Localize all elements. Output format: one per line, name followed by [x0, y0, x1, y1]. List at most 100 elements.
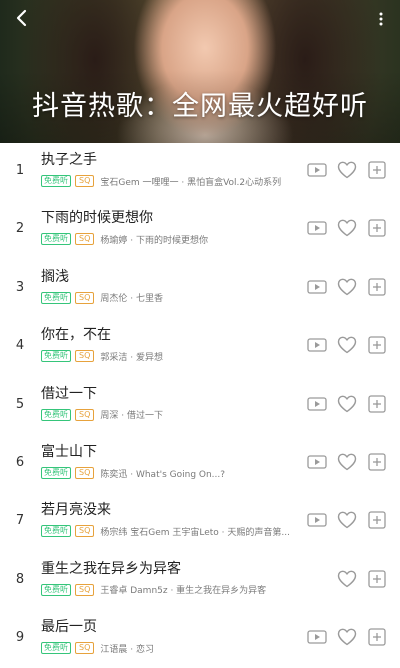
sq-quality-badge: SQ: [75, 642, 95, 655]
free-listen-badge: 免费听: [41, 408, 71, 421]
song-artist-album: 周杰伦 · 七里香: [100, 294, 163, 305]
song-meta: 免费听 SQ 江语晨 · 恋习: [41, 640, 303, 656]
like-button[interactable]: [336, 393, 358, 415]
free-listen-badge: 免费听: [41, 291, 71, 304]
more-options-button[interactable]: [370, 6, 392, 32]
song-index: 3: [15, 279, 25, 295]
plus-box-icon: [368, 511, 386, 530]
song-row[interactable]: 5 借过一下 免费听 SQ 周深 · 借过一下: [0, 377, 400, 435]
mv-play-button[interactable]: [306, 217, 328, 239]
like-button[interactable]: [336, 334, 358, 356]
plus-box-icon: [368, 336, 386, 354]
heart-icon: [337, 219, 357, 237]
song-title: 搁浅: [41, 268, 69, 285]
like-button[interactable]: [336, 568, 358, 590]
song-title: 富士山下: [41, 444, 97, 460]
like-button[interactable]: [336, 626, 358, 648]
plus-box-icon: [368, 394, 386, 413]
free-listen-badge: 免费听: [41, 583, 71, 596]
add-to-playlist-button[interactable]: [366, 276, 388, 298]
song-title: 若月亮没来: [41, 502, 111, 519]
song-row[interactable]: 2 下雨的时候更想你 免费听 SQ 杨瑜婷 · 下雨的时候更想你: [0, 201, 400, 259]
song-row[interactable]: 1 执子之手 免费听 SQ 宝石Gem 一哩哩一 · 黑怕盲盒Vol.2心动系列: [0, 143, 400, 201]
song-row[interactable]: 3 搁浅 免费听 SQ 周杰伦 · 七里香: [0, 260, 400, 318]
plus-box-icon: [368, 453, 386, 471]
song-artist-album: 王睿卓 Damn5z · 重生之我在异乡为异客: [100, 586, 267, 597]
playlist-cover-header: 抖音热歌：全网最火超好听: [0, 0, 400, 143]
song-artist-album: 江语晨 · 恋习: [100, 644, 154, 655]
plus-box-icon: [368, 219, 386, 238]
add-to-playlist-button[interactable]: [366, 451, 388, 473]
add-to-playlist-button[interactable]: [366, 509, 388, 531]
song-row[interactable]: 4 你在，不在 免费听 SQ 郭采洁 · 爱异想: [0, 318, 400, 376]
sq-quality-badge: SQ: [75, 467, 95, 479]
add-to-playlist-button[interactable]: [366, 568, 388, 590]
song-artist-album: 宝石Gem 一哩哩一 · 黑怕盲盒Vol.2心动系列: [100, 177, 282, 188]
heart-icon: [337, 161, 357, 179]
free-listen-badge: 免费听: [41, 525, 71, 538]
song-index: 6: [15, 455, 25, 470]
song-meta: 免费听 SQ 周深 · 借过一下: [41, 407, 303, 423]
add-to-playlist-button[interactable]: [366, 159, 388, 181]
song-meta: 免费听 SQ 杨瑜婷 · 下雨的时候更想你: [41, 231, 303, 247]
like-button[interactable]: [336, 509, 358, 531]
mv-play-button[interactable]: [306, 393, 328, 415]
song-row[interactable]: 9 最后一页 免费听 SQ 江语晨 · 恋习: [0, 610, 400, 668]
like-button[interactable]: [336, 159, 358, 181]
sq-quality-badge: SQ: [75, 525, 95, 538]
plus-box-icon: [368, 161, 386, 179]
song-artist-album: 杨瑜婷 · 下雨的时候更想你: [100, 235, 208, 246]
free-listen-badge: 免费听: [41, 233, 71, 246]
song-artist-album: 郭采洁 · 爱异想: [100, 352, 163, 363]
free-listen-badge: 免费听: [41, 642, 71, 655]
song-title: 你在，不在: [41, 327, 111, 344]
song-artist-album: 周深 · 借过一下: [100, 411, 163, 422]
sq-quality-badge: SQ: [75, 350, 95, 363]
heart-icon: [337, 511, 357, 529]
heart-icon: [337, 570, 357, 587]
mv-play-button[interactable]: [306, 334, 328, 356]
add-to-playlist-button[interactable]: [366, 217, 388, 239]
plus-box-icon: [368, 278, 386, 296]
add-to-playlist-button[interactable]: [366, 334, 388, 356]
heart-icon: [337, 278, 357, 295]
video-play-icon: [307, 280, 327, 294]
song-index: 8: [15, 571, 25, 587]
song-meta: 免费听 SQ 陈奕迅 · What's Going On...?: [41, 465, 303, 481]
sq-quality-badge: SQ: [75, 583, 95, 596]
song-row[interactable]: 7 若月亮没来 免费听 SQ 杨宗纬 宝石Gem 王宇宙Leto · 天赐的声音…: [0, 493, 400, 551]
song-row[interactable]: 6 富士山下 免费听 SQ 陈奕迅 · What's Going On...?: [0, 435, 400, 493]
like-button[interactable]: [336, 451, 358, 473]
mv-play-button[interactable]: [306, 626, 328, 648]
chevron-left-icon: [16, 9, 27, 27]
sq-quality-badge: SQ: [75, 408, 95, 421]
free-listen-badge: 免费听: [41, 350, 71, 363]
heart-icon: [337, 395, 357, 412]
song-row[interactable]: 8 重生之我在异乡为异客 免费听 SQ 王睿卓 Damn5z · 重生之我在异乡…: [0, 552, 400, 610]
add-to-playlist-button[interactable]: [366, 626, 388, 648]
back-button[interactable]: [8, 4, 36, 32]
more-vertical-icon: [379, 12, 383, 26]
add-to-playlist-button[interactable]: [366, 393, 388, 415]
song-index: 9: [15, 630, 25, 646]
song-title: 借过一下: [41, 385, 97, 402]
free-listen-badge: 免费听: [41, 467, 71, 479]
heart-icon: [337, 453, 357, 471]
video-play-icon: [307, 455, 327, 469]
sq-quality-badge: SQ: [75, 175, 95, 187]
mv-play-button[interactable]: [306, 451, 328, 473]
mv-play-button[interactable]: [306, 276, 328, 298]
plus-box-icon: [368, 628, 386, 646]
video-play-icon: [307, 221, 327, 236]
heart-icon: [337, 336, 357, 354]
free-listen-badge: 免费听: [41, 175, 71, 187]
like-button[interactable]: [336, 276, 358, 298]
mv-play-button[interactable]: [306, 509, 328, 531]
song-index: 4: [15, 338, 25, 354]
song-index: 2: [15, 221, 25, 237]
mv-play-button[interactable]: [306, 159, 328, 181]
song-meta: 免费听 SQ 周杰伦 · 七里香: [41, 290, 303, 306]
heart-icon: [337, 628, 357, 646]
playlist-title: 抖音热歌：全网最火超好听: [32, 91, 368, 122]
like-button[interactable]: [336, 217, 358, 239]
